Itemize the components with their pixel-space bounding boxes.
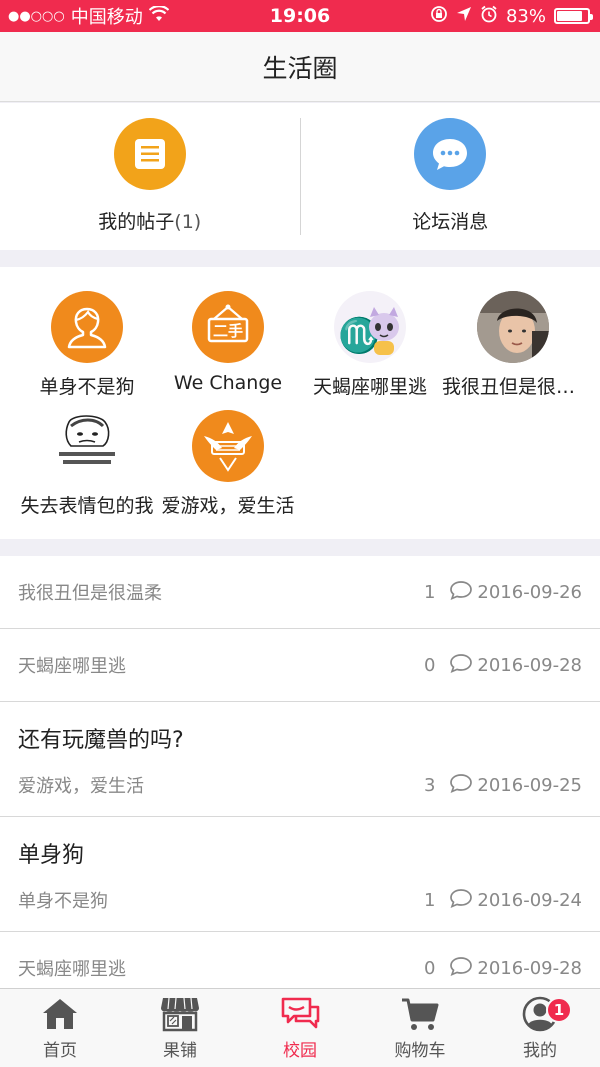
post-reply-count: 1 [423,581,436,603]
status-bar: ●●○○○ 中国移动 19:06 83% [0,0,600,32]
circle-name: 单身不是狗 [39,376,135,398]
photo-avatar [477,291,549,363]
post-date: 2016-09-26 [477,581,582,603]
post-item[interactable]: 单身狗 单身不是狗 1 2016-09-24 [0,817,600,932]
tab-label: 果铺 [163,1041,197,1061]
tab-mine[interactable]: 1 我的 [480,989,600,1067]
circle-name: We Change [173,372,283,394]
comment-icon [449,888,473,913]
circle-item[interactable]: ♏ 天蝎座哪里逃 [295,291,445,399]
svg-text:二手: 二手 [213,322,243,340]
forum-messages-label: 论坛消息 [412,211,489,233]
post-author: 爱游戏，爱生活 [18,776,144,797]
battery-percent: 83% [505,5,546,27]
comment-icon [449,773,473,798]
post-date: 2016-09-25 [477,774,582,796]
post-item[interactable]: 还有玩魔兽的吗? 爱游戏，爱生活 3 2016-09-25 [0,702,600,817]
comment-icon [449,580,473,605]
circle-grid: 单身不是狗 二手 We Change ♏ 天蝎座哪里逃 我很丑但是很温柔 失去表… [0,267,600,539]
circle-name: 我很丑但是很温柔 [442,376,584,398]
my-posts-button[interactable]: 我的帖子(1) [0,103,300,250]
tab-store[interactable]: 果铺 [120,989,240,1067]
comment-icon [449,653,473,678]
circle-name: 爱游戏，爱生活 [161,495,295,517]
my-posts-label: 我的帖子 [98,211,175,233]
circle-name: 天蝎座哪里逃 [312,376,427,398]
tab-bar: 首页 果铺 校园 购物车 1 我的 [0,988,600,1067]
tab-cart[interactable]: 购物车 [360,989,480,1067]
post-author: 天蝎座哪里逃 [18,959,126,980]
post-author: 天蝎座哪里逃 [18,656,126,677]
post-reply-count: 0 [423,654,436,676]
navigation-bar: 生活圈 [0,32,600,102]
post-date: 2016-09-28 [477,957,582,979]
meme-face-icon [51,410,123,482]
store-icon [160,995,200,1033]
post-reply-count: 1 [423,889,436,911]
post-item[interactable]: 天蝎座哪里逃 0 2016-09-28 [0,629,600,702]
circle-item[interactable]: 失去表情包的我 [12,410,162,518]
tab-label: 我的 [523,1041,557,1061]
rotation-lock-icon [430,5,448,28]
circle-name: 失去表情包的我 [20,495,154,517]
circle-item[interactable]: 我很丑但是很温柔 [438,291,588,399]
quick-actions: 我的帖子(1) 论坛消息 [0,103,600,250]
post-author: 单身不是狗 [18,891,108,912]
circle-item[interactable]: 二手 We Change [153,291,303,394]
post-author: 我很丑但是很温柔 [18,583,162,604]
home-icon [40,995,80,1033]
post-item[interactable]: 我很丑但是很温柔 1 2016-09-26 [0,556,600,629]
person-icon [51,291,123,363]
tab-label: 首页 [43,1041,77,1061]
post-reply-count: 0 [423,957,436,979]
game-emblem-icon [192,410,264,482]
campus-chat-icon [280,995,320,1033]
my-posts-count: (1) [174,211,202,233]
post-date: 2016-09-24 [477,889,582,911]
battery-icon [554,8,593,24]
document-icon [113,118,186,190]
tab-label: 购物车 [394,1041,446,1061]
chat-bubble-icon [414,118,487,190]
tab-home[interactable]: 首页 [0,989,120,1067]
post-title: 单身狗 [18,843,85,868]
tab-label: 校园 [283,1041,317,1061]
notification-badge: 1 [546,997,572,1023]
signal-strength-icon: ●●○○○ [8,8,65,24]
location-icon [456,6,472,27]
circle-item[interactable]: 单身不是狗 [12,291,162,399]
comment-icon [449,956,473,981]
post-date: 2016-09-28 [477,654,582,676]
forum-messages-button[interactable]: 论坛消息 [301,103,600,250]
sign-icon: 二手 [192,291,264,363]
wifi-icon [148,4,169,27]
cart-icon [400,995,440,1033]
post-list: 我很丑但是很温柔 1 2016-09-26 天蝎座哪里逃 0 2016-09-2… [0,556,600,988]
post-title: 还有玩魔兽的吗? [18,728,184,753]
page-title: 生活圈 [262,53,338,83]
post-item[interactable]: 天蝎座哪里逃 0 2016-09-28 [0,932,600,988]
carrier-name: 中国移动 [70,7,143,28]
tab-campus[interactable]: 校园 [240,989,360,1067]
alarm-icon [480,5,498,28]
scorpio-cartoon-icon: ♏ [334,291,406,363]
post-reply-count: 3 [423,774,436,796]
circle-item[interactable]: 爱游戏，爱生活 [153,410,303,518]
